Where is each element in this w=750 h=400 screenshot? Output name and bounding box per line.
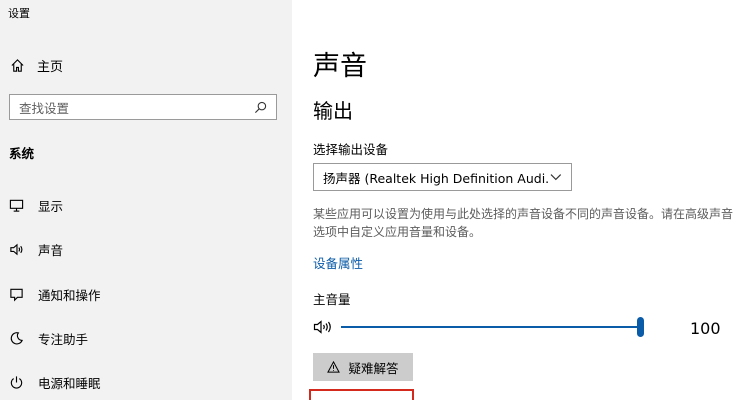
sidebar-item-notifications[interactable]: 通知和操作 bbox=[0, 279, 292, 309]
chevron-down-icon bbox=[550, 174, 562, 181]
notification-icon bbox=[10, 288, 23, 301]
troubleshoot-label: 疑难解答 bbox=[348, 360, 399, 376]
sidebar-item-label: 专注助手 bbox=[38, 331, 89, 347]
output-device-select[interactable]: 扬声器 (Realtek High Definition Audi... bbox=[313, 163, 572, 191]
sidebar: 设置 主页 查找设置 系统 显示 声音 通知和操作 专注助手 电源和睡眠 bbox=[0, 0, 292, 400]
speaker-icon bbox=[10, 243, 23, 255]
volume-row: 100 bbox=[313, 315, 743, 339]
sidebar-item-display[interactable]: 显示 bbox=[0, 190, 292, 220]
section-label-system: 系统 bbox=[9, 146, 35, 161]
window-title: 设置 bbox=[8, 7, 30, 20]
search-placeholder: 查找设置 bbox=[19, 100, 70, 116]
sidebar-item-power[interactable]: 电源和睡眠 bbox=[0, 367, 292, 397]
section-heading-output: 输出 bbox=[313, 99, 353, 123]
device-properties-link[interactable]: 设备属性 bbox=[313, 253, 363, 272]
sidebar-item-label: 显示 bbox=[38, 198, 64, 214]
volume-value: 100 bbox=[690, 319, 721, 338]
power-icon bbox=[10, 375, 23, 389]
warning-icon bbox=[327, 361, 341, 373]
troubleshoot-button[interactable]: 疑难解答 bbox=[313, 353, 413, 381]
page-title: 声音 bbox=[313, 51, 367, 82]
sidebar-item-label: 主页 bbox=[37, 59, 64, 75]
search-input[interactable]: 查找设置 bbox=[9, 94, 277, 120]
home-icon bbox=[11, 58, 24, 72]
moon-icon bbox=[10, 331, 23, 344]
monitor-icon bbox=[9, 199, 24, 212]
sidebar-item-label: 通知和操作 bbox=[38, 287, 101, 303]
search-icon bbox=[254, 101, 267, 113]
speaker-icon[interactable] bbox=[313, 319, 333, 335]
volume-slider-thumb[interactable] bbox=[637, 317, 644, 337]
sidebar-item-home[interactable]: 主页 bbox=[10, 54, 63, 76]
sidebar-item-label: 电源和睡眠 bbox=[38, 375, 101, 391]
output-device-value: 扬声器 (Realtek High Definition Audi... bbox=[323, 170, 551, 186]
sidebar-item-focus-assist[interactable]: 专注助手 bbox=[0, 323, 292, 353]
sidebar-item-label: 声音 bbox=[38, 242, 64, 258]
output-device-label: 选择输出设备 bbox=[313, 142, 389, 157]
main-content: 声音 输出 选择输出设备 扬声器 (Realtek High Definitio… bbox=[292, 0, 750, 400]
output-description: 某些应用可以设置为使用与此处选择的声音设备不同的声音设备。请在高级声音选项中自定… bbox=[313, 207, 734, 239]
highlight-box bbox=[309, 389, 414, 400]
sidebar-item-sound[interactable]: 声音 bbox=[0, 234, 292, 264]
volume-slider-track[interactable] bbox=[341, 326, 641, 328]
master-volume-label: 主音量 bbox=[313, 292, 351, 307]
